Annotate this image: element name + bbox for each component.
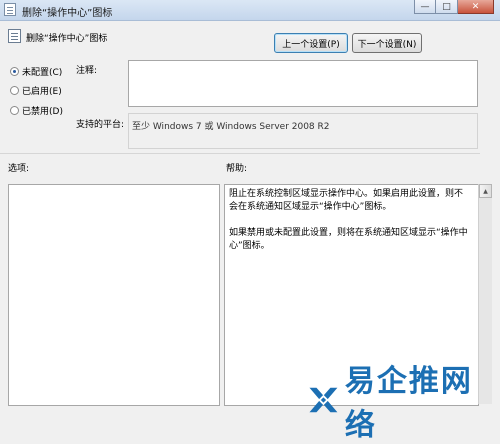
radio-dot[interactable] [10, 106, 19, 115]
help-label: 帮助: [226, 164, 248, 174]
watermark-text: 易企推网络 [344, 364, 473, 443]
previous-setting-button[interactable]: 上一个设置(P) [274, 33, 348, 53]
help-paragraph: 如果禁用或未配置此设置，则将在系统通知区域显示“操作中心”图标。 [229, 228, 468, 251]
radio-enabled[interactable]: 已启用(E) [10, 84, 62, 97]
radio-dot[interactable] [10, 86, 19, 95]
policy-setting-icon [8, 29, 21, 43]
watermark-logo-icon [309, 387, 338, 413]
radio-dot[interactable] [10, 67, 19, 76]
radio-disabled[interactable]: 已禁用(D) [10, 104, 63, 117]
platform-value: 至少 Windows 7 或 Windows Server 2008 R2 [132, 122, 330, 132]
radio-not-configured[interactable]: 未配置(C) [10, 65, 62, 78]
radio-label: 已启用(E) [22, 87, 62, 97]
policy-setting-icon [4, 3, 16, 16]
help-paragraph: 阻止在系统控制区域显示操作中心。如果启用此设置，则不会在系统通知区域显示“操作中… [229, 189, 464, 212]
platform-label: 支持的平台: [76, 120, 125, 130]
options-label: 选项: [8, 164, 30, 174]
section-divider [0, 153, 480, 154]
window-controls: — □ ✕ [414, 0, 494, 15]
scroll-up-arrow-icon[interactable]: ▲ [479, 184, 492, 198]
maximize-button[interactable]: □ [436, 0, 458, 14]
setting-title: 删除“操作中心”图标 [26, 34, 108, 44]
comment-label: 注释: [76, 66, 98, 76]
next-setting-button[interactable]: 下一个设置(N) [352, 33, 422, 53]
window-title: 删除“操作中心”图标 [22, 8, 113, 19]
title-bar: 删除“操作中心”图标 — □ ✕ [0, 0, 500, 21]
radio-label: 已禁用(D) [22, 107, 63, 117]
radio-label: 未配置(C) [22, 68, 63, 78]
minimize-button[interactable]: — [414, 0, 436, 14]
help-text: 阻止在系统控制区域显示操作中心。如果启用此设置，则不会在系统通知区域显示“操作中… [229, 188, 469, 266]
close-icon: ✕ [471, 1, 480, 12]
close-button[interactable]: ✕ [458, 0, 494, 14]
comment-field[interactable] [128, 60, 478, 107]
platform-field: 至少 Windows 7 或 Windows Server 2008 R2 [128, 113, 478, 149]
options-pane [8, 184, 220, 406]
watermark: 易企推网络 [306, 356, 500, 444]
minimize-icon: — [420, 1, 430, 12]
maximize-icon: □ [442, 1, 451, 12]
